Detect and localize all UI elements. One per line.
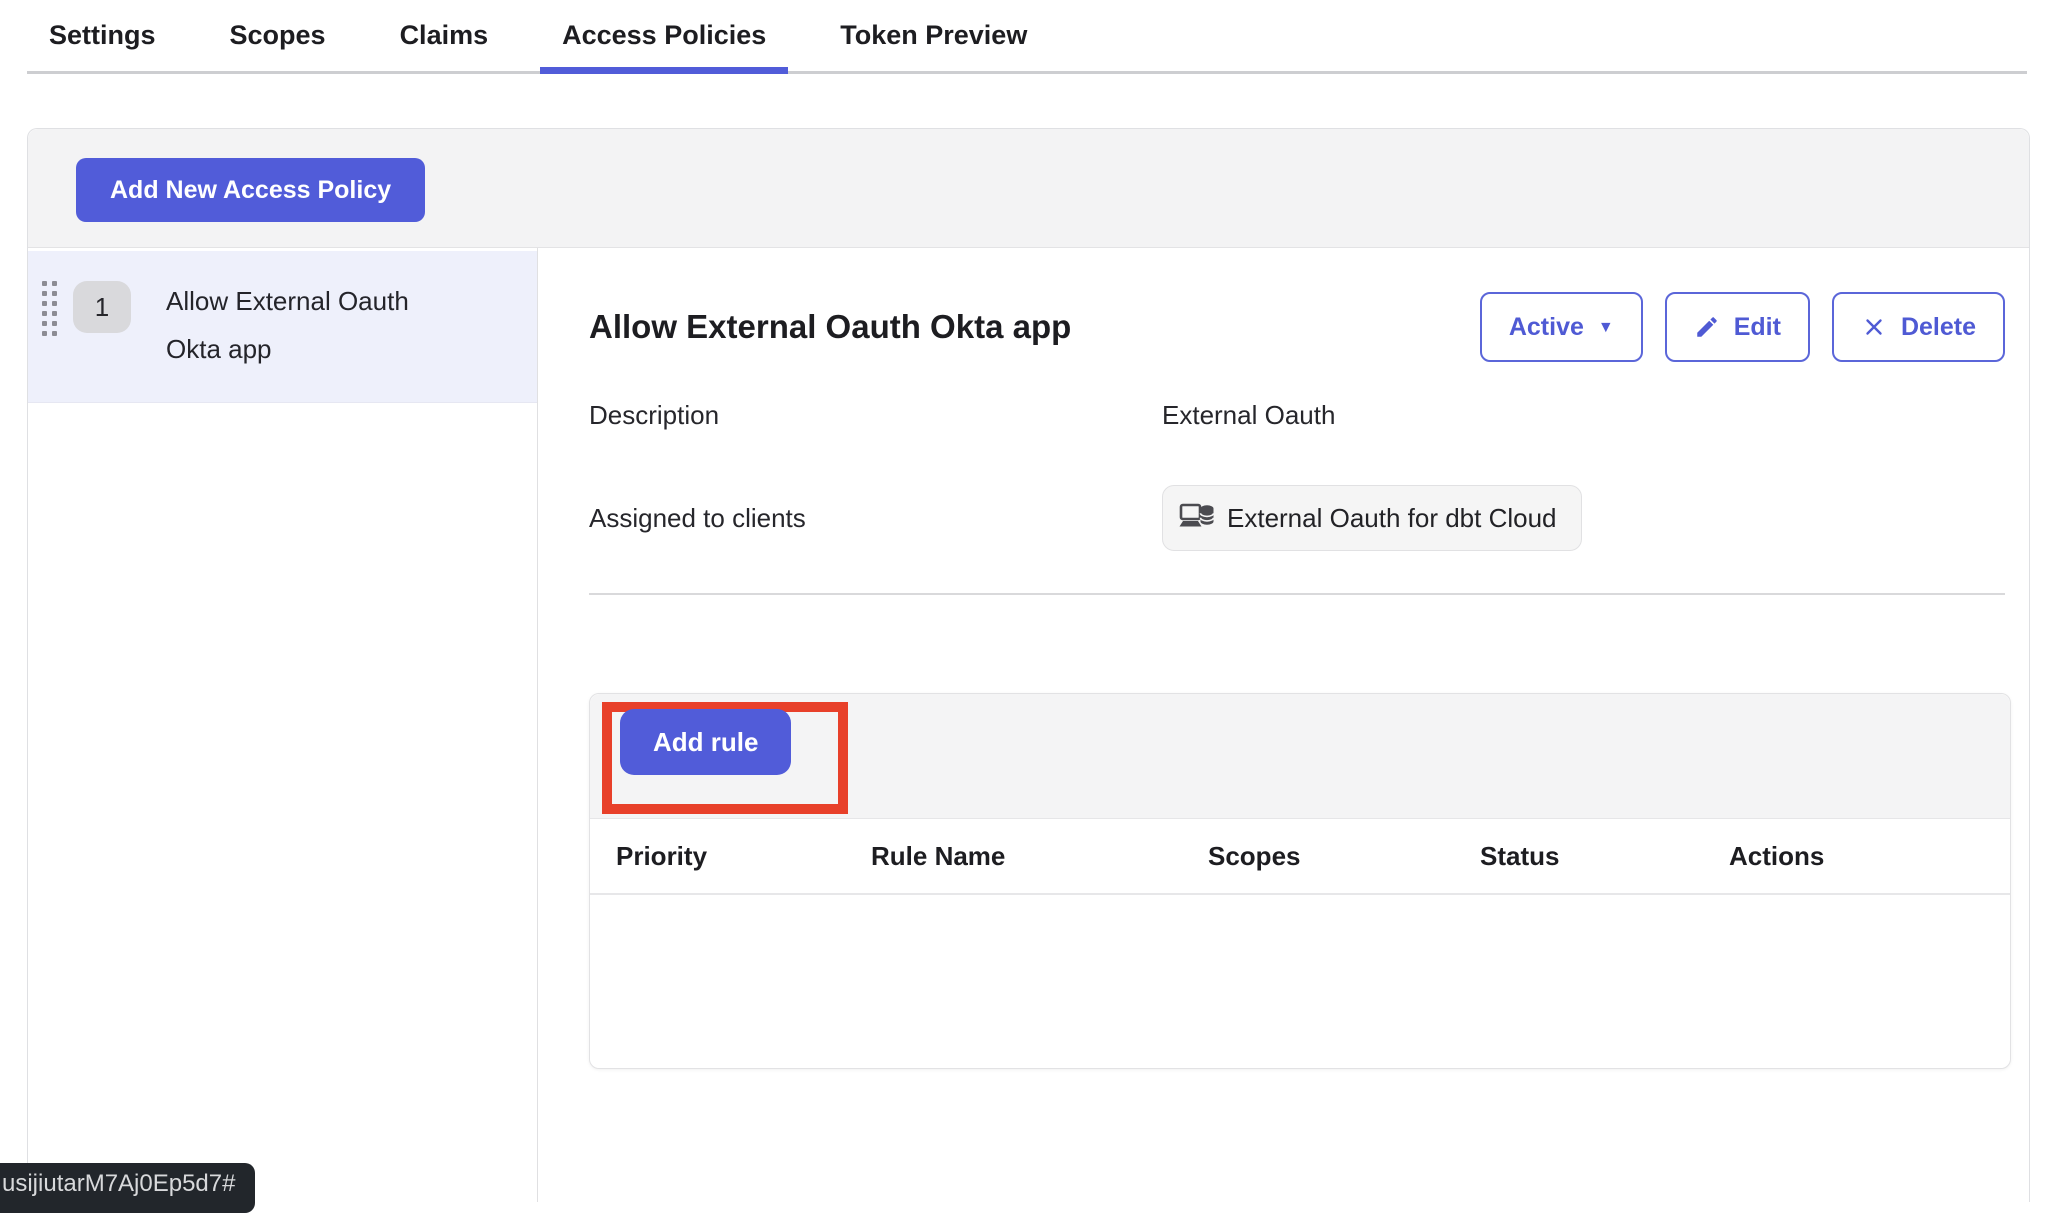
policy-title: Allow External Oauth Okta app [589, 308, 1071, 346]
drag-handle-icon[interactable] [42, 281, 57, 336]
delete-button[interactable]: Delete [1832, 292, 2005, 362]
tab-settings[interactable]: Settings [27, 0, 178, 71]
client-chip-label: External Oauth for dbt Cloud [1227, 503, 1557, 534]
column-header-priority: Priority [616, 841, 871, 872]
column-header-status: Status [1480, 841, 1729, 872]
client-chip[interactable]: External Oauth for dbt Cloud [1162, 485, 1582, 551]
policy-name-label: Allow External Oauth Okta app [166, 277, 466, 373]
rules-table-container: Add rule Priority Rule Name Scopes Statu… [589, 693, 2011, 1069]
add-access-policy-button[interactable]: Add New Access Policy [76, 158, 425, 222]
add-rule-button[interactable]: Add rule [620, 709, 791, 775]
policy-order-badge: 1 [73, 281, 131, 333]
policy-list-item[interactable]: 1 Allow External Oauth Okta app [28, 251, 537, 403]
rules-table-empty-body [590, 895, 2010, 1068]
section-divider [589, 593, 2005, 595]
tab-access-policies[interactable]: Access Policies [540, 0, 788, 71]
policy-fields: Description External Oauth Assigned to c… [589, 400, 2005, 551]
panel-header: Add New Access Policy [28, 129, 2029, 248]
pencil-icon [1694, 314, 1720, 340]
policy-detail-header: Allow External Oauth Okta app Active ▼ E… [589, 292, 2005, 362]
status-url-tooltip: usijiutarM7Aj0Ep5d7# [0, 1163, 255, 1213]
access-policies-panel: Add New Access Policy 1 Allow External O… [27, 128, 2030, 1202]
laptop-database-icon [1179, 502, 1215, 534]
column-header-rule-name: Rule Name [871, 841, 1208, 872]
chevron-down-icon: ▼ [1598, 319, 1614, 337]
policy-action-buttons: Active ▼ Edit Delete [1480, 292, 2005, 362]
policy-detail: Allow External Oauth Okta app Active ▼ E… [539, 248, 2029, 1202]
tab-token-preview[interactable]: Token Preview [818, 0, 1049, 71]
column-header-scopes: Scopes [1208, 841, 1480, 872]
tab-bar: Settings Scopes Claims Access Policies T… [27, 0, 2027, 74]
delete-label: Delete [1901, 313, 1976, 342]
close-icon [1861, 314, 1887, 340]
assigned-to-clients-label: Assigned to clients [589, 503, 1162, 534]
column-header-actions: Actions [1729, 841, 2010, 872]
description-label: Description [589, 400, 1162, 431]
tab-claims[interactable]: Claims [378, 0, 511, 71]
rules-table-header-row: Priority Rule Name Scopes Status Actions [590, 819, 2010, 895]
rules-header: Add rule [590, 694, 2010, 819]
assigned-clients-value: External Oauth for dbt Cloud [1162, 485, 2005, 551]
status-label: Active [1509, 313, 1584, 342]
edit-label: Edit [1734, 313, 1781, 342]
edit-button[interactable]: Edit [1665, 292, 1810, 362]
description-value: External Oauth [1162, 400, 2005, 431]
policy-list: 1 Allow External Oauth Okta app [28, 248, 538, 1202]
status-dropdown-button[interactable]: Active ▼ [1480, 292, 1643, 362]
tab-scopes[interactable]: Scopes [208, 0, 348, 71]
